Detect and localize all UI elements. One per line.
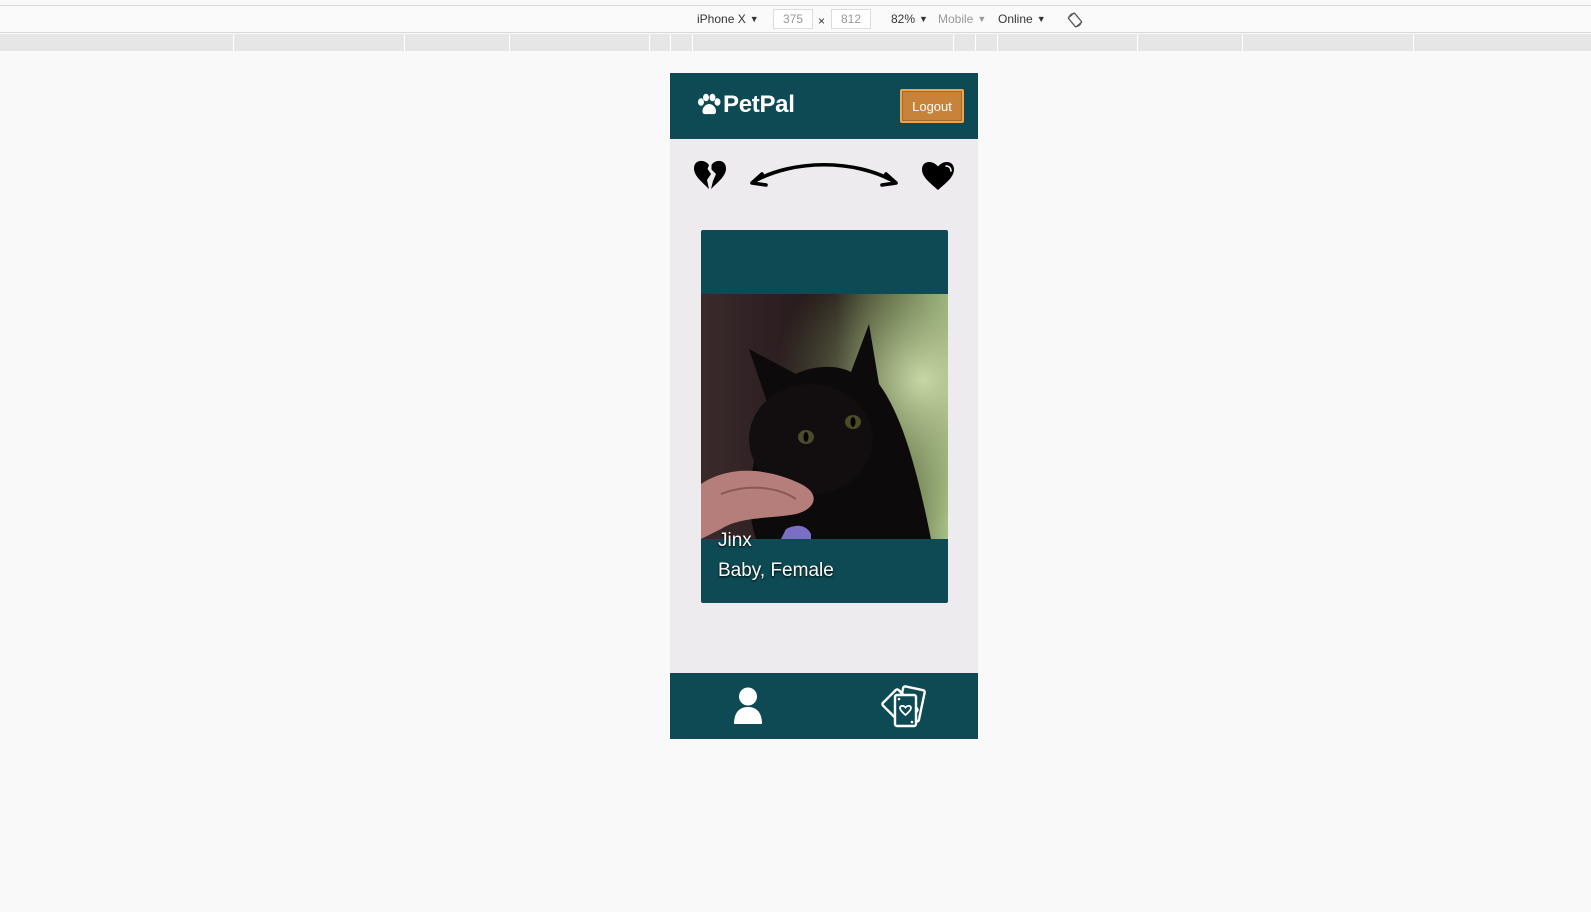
cards-icon[interactable] [878,684,928,730]
ruler-tick [953,34,954,51]
ruler-tick [1413,34,1414,51]
ruler-tick [997,34,998,51]
app-header: PetPal Logout [670,73,978,139]
network-select[interactable]: Online ▼ [998,12,1046,26]
ruler-tick [404,34,405,51]
pet-details: Baby, Female [718,560,834,581]
rotate-icon[interactable] [1067,12,1083,28]
swipe-hint [670,157,978,197]
zoom-select[interactable]: 82% ▼ [891,12,928,26]
ruler-tick [649,34,650,51]
ruler-tick [1242,34,1243,51]
ruler-tick [692,34,693,51]
network-label: Online [998,12,1033,26]
devtools-toolbar: iPhone X ▼ × 82% ▼ Mobile ▼ Online ▼ [0,5,1591,33]
device-label: iPhone X [697,12,746,26]
brand-name: PetPal [723,91,795,118]
device-viewport: PetPal Logout Jinx Baby, Female [670,73,978,739]
ruler-tick [975,34,976,51]
double-arrow-icon [750,163,898,187]
device-select[interactable]: iPhone X ▼ [697,12,759,26]
broken-heart-icon[interactable] [692,159,728,191]
media-query-ruler [0,34,1591,51]
ruler-tick [233,34,234,51]
profile-icon[interactable] [731,687,765,725]
app-logo[interactable]: PetPal [696,91,795,119]
paw-icon [698,93,721,115]
dimension-separator: × [818,14,826,28]
ruler-tick [1137,34,1138,51]
pet-name: Jinx [718,530,752,551]
heart-icon[interactable] [920,160,956,192]
bottom-nav [670,673,978,739]
ruler-tick [670,34,671,51]
width-input[interactable] [773,9,813,29]
ruler-tick [509,34,510,51]
caret-down-icon: ▼ [749,14,759,24]
zoom-label: 82% [891,12,916,26]
caret-down-icon: ▼ [977,14,987,24]
height-input[interactable] [831,9,871,29]
pet-photo [701,294,948,539]
caret-down-icon: ▼ [1036,14,1046,24]
caret-down-icon: ▼ [919,14,928,24]
logout-button[interactable]: Logout [900,89,964,123]
mode-select[interactable]: Mobile ▼ [938,12,986,26]
mode-label: Mobile [938,12,974,26]
pet-card[interactable]: Jinx Baby, Female [701,230,948,603]
